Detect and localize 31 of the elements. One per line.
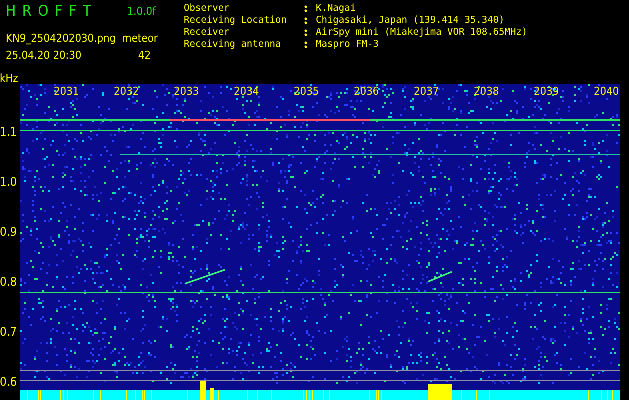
app-title: H R O F F T <box>6 2 92 20</box>
file-name: KN9_2504202030.png <box>6 32 116 45</box>
frequency-label: 1.0 <box>0 175 18 189</box>
time-label: 2036 <box>354 86 380 98</box>
counter-value: 42 <box>138 49 151 62</box>
time-label: 2039 <box>534 86 560 98</box>
time-label: 2031 <box>54 86 80 98</box>
frequency-label: 0.6 <box>0 375 18 389</box>
frequency-label: 0.9 <box>0 225 18 239</box>
time-label: 2034 <box>234 86 260 98</box>
frequency-label: 1.1 <box>0 125 18 139</box>
axis-unit: kHz <box>0 72 18 85</box>
time-label: 2033 <box>174 86 200 98</box>
info-value: Maspro FM-3 <box>316 39 379 51</box>
time-label: 2037 <box>414 86 440 98</box>
info-label: Receiver <box>184 27 231 39</box>
frequency-label: 0.8 <box>0 275 18 289</box>
info-value: Chigasaki, Japan (139.414 35.340) <box>316 15 505 27</box>
time-label: 2040 <box>594 86 620 98</box>
info-value: K.Nagai <box>316 3 356 15</box>
info-value: AirSpy mini (Miakejima VOR 108.65MHz) <box>316 27 528 39</box>
version-label: 1.0.0f <box>127 4 156 18</box>
frequency-label: 0.7 <box>0 325 18 339</box>
info-label: Observer <box>184 3 231 15</box>
time-label: 2032 <box>114 86 140 98</box>
date-time: 25.04.20 20:30 <box>6 49 82 62</box>
info-label: Receiving antenna <box>184 39 282 51</box>
time-label: 2035 <box>294 86 320 98</box>
time-label: 2038 <box>474 86 500 98</box>
counter-label: meteor <box>122 32 158 45</box>
info-label: Receiving Location <box>184 15 288 27</box>
